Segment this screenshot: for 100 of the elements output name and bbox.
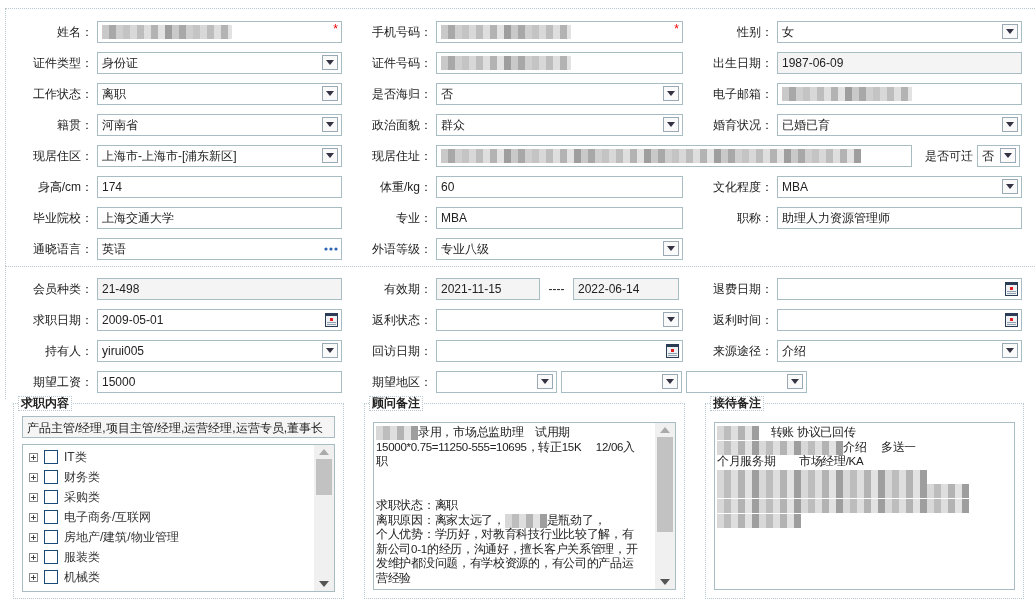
scrollbar[interactable] [314,445,334,591]
scroll-down-icon[interactable] [319,581,329,587]
expand-icon[interactable] [29,472,38,482]
tree-item[interactable]: 服装类 [64,548,100,566]
input-field[interactable]: 上海交通大学 [97,206,342,229]
date-field[interactable]: 2009-05-01 [97,308,342,331]
date-field[interactable] [436,339,683,362]
blurred-text [759,513,801,528]
blurred-text [717,469,759,484]
input-field[interactable] [436,51,683,74]
select-field[interactable]: 女 [777,20,1022,43]
input-field[interactable]: * [436,20,683,43]
calendar-icon[interactable] [1005,279,1018,298]
field-label: 会员种类： [32,280,94,298]
select-field[interactable] [561,370,682,393]
select-field[interactable] [686,370,807,393]
select-field[interactable]: 已婚已育 [777,113,1022,136]
select-field[interactable]: 离职 [97,82,342,105]
checkbox[interactable] [44,510,58,524]
readonly-field: 2021-11-15 [436,277,540,300]
expand-icon[interactable] [29,452,38,462]
calendar-icon[interactable] [666,341,679,360]
input-field[interactable]: 60 [436,175,683,198]
field-label: 返利状态： [371,311,433,329]
tree-item[interactable]: 电子商务/互联网 [64,508,152,526]
select-field[interactable] [436,308,683,331]
input-field[interactable]: 助理人力资源管理师 [777,206,1022,229]
note-text: 发维护都没问题，有学校资源的，有公司的产品运 [376,557,634,570]
select-field[interactable]: 身份证 [97,51,342,74]
expand-icon[interactable] [29,532,38,542]
field-label: 是否可迁 [924,147,974,165]
input-field[interactable]: 15000 [97,370,342,393]
tree-item[interactable]: 采购类 [64,488,100,506]
input-field[interactable]: MBA [436,206,683,229]
input-field[interactable]: 174 [97,175,342,198]
select-field[interactable]: 河南省 [97,113,342,136]
scroll-down-icon[interactable] [660,579,670,585]
date-field[interactable] [777,308,1022,331]
calendar-icon[interactable] [325,310,338,329]
readonly-field: 2022-06-14 [573,277,679,300]
select-field[interactable]: 专业八级 [436,237,683,260]
select-field[interactable]: 介绍 [777,339,1022,362]
field-label: 期望地区： [371,373,433,391]
select-field[interactable] [436,370,557,393]
notes-textarea[interactable]: 转账 协议已回传 介绍 多送一 个月服务期 市场经理/KA [714,422,1015,590]
select-field[interactable]: 群众 [436,113,683,136]
select-field[interactable]: 否 [436,82,683,105]
checkbox[interactable] [44,550,58,564]
checkbox[interactable] [44,570,58,584]
expand-icon[interactable] [29,572,38,582]
field-label: 姓名： [56,23,94,41]
tree-item[interactable]: 房地产/建筑/物业管理 [64,528,179,546]
select-field[interactable]: 上海市-上海市-[浦东新区] [97,144,342,167]
expand-icon[interactable] [29,512,38,522]
field-label: 证件类型： [32,54,94,72]
note-text: 求职状态：离职 [376,498,458,511]
tree-item[interactable]: 机械类 [64,568,100,586]
field-label: 文化程度： [712,178,774,196]
tree-item[interactable]: 财务类 [64,468,100,486]
calendar-icon[interactable] [1005,310,1018,329]
select-field[interactable]: yirui005 [97,339,342,362]
select-field[interactable]: 否 [977,144,1020,167]
input-field[interactable] [436,144,912,167]
field-label: 性别： [736,23,774,41]
field-label: 手机号码： [371,23,433,41]
tree-item[interactable]: IT类 [64,448,87,466]
scrollbar[interactable] [655,423,675,589]
required-mark: * [333,21,338,36]
date-field[interactable] [777,277,1022,300]
scroll-thumb[interactable] [316,459,332,495]
selection-field[interactable]: 产品主管/经理,项目主管/经理,运营经理,运营专员,董事长 [22,416,335,438]
blurred-text [504,513,547,528]
field-label: 退费日期： [712,280,774,298]
expand-icon[interactable] [29,492,38,502]
checkbox[interactable] [44,450,58,464]
input-field[interactable]: * [97,20,342,43]
scroll-thumb[interactable] [657,437,673,532]
field-label: 毕业院校： [32,209,94,227]
checkbox[interactable] [44,490,58,504]
note-text: 个月服务期 市场经理/KA [717,455,864,468]
field-label: 返利时间： [712,311,774,329]
blurred-text [717,498,759,513]
input-field[interactable] [777,82,1022,105]
field-label: 有效期： [383,280,433,298]
field-label: 出生日期： [712,54,774,72]
blurred-text [801,484,843,499]
field-label: 婚育状况： [712,116,774,134]
field-label: 回访日期： [371,342,433,360]
checkbox[interactable] [44,530,58,544]
notes-textarea[interactable]: 录用，市场总监助理 试用期 15000*0.75=11250-555=10695，转正15K 12/06入 职 求职状态：离职 离职原因：离家太远了， 是瓶劲了， 个人优势：学历好，对教育科技行业比较了解，有 新公司0-1的经历，沟通好，擅长客户关系管理，开 发维护都没问题，有学校资源的，有公司的产品运 营经验 [373,422,676,590]
checkbox[interactable] [44,470,58,484]
field-label: 求职日期： [32,311,94,329]
select-field[interactable]: MBA [777,175,1022,198]
expand-icon[interactable] [29,552,38,562]
blurred-text [759,469,801,484]
blurred-text [885,469,927,484]
picker-field[interactable]: 英语 [97,237,342,260]
panel-title: 接待备注 [710,396,764,411]
note-text: 录用，市场总监助理 试用期 [418,426,571,438]
blurred-text [843,469,885,484]
